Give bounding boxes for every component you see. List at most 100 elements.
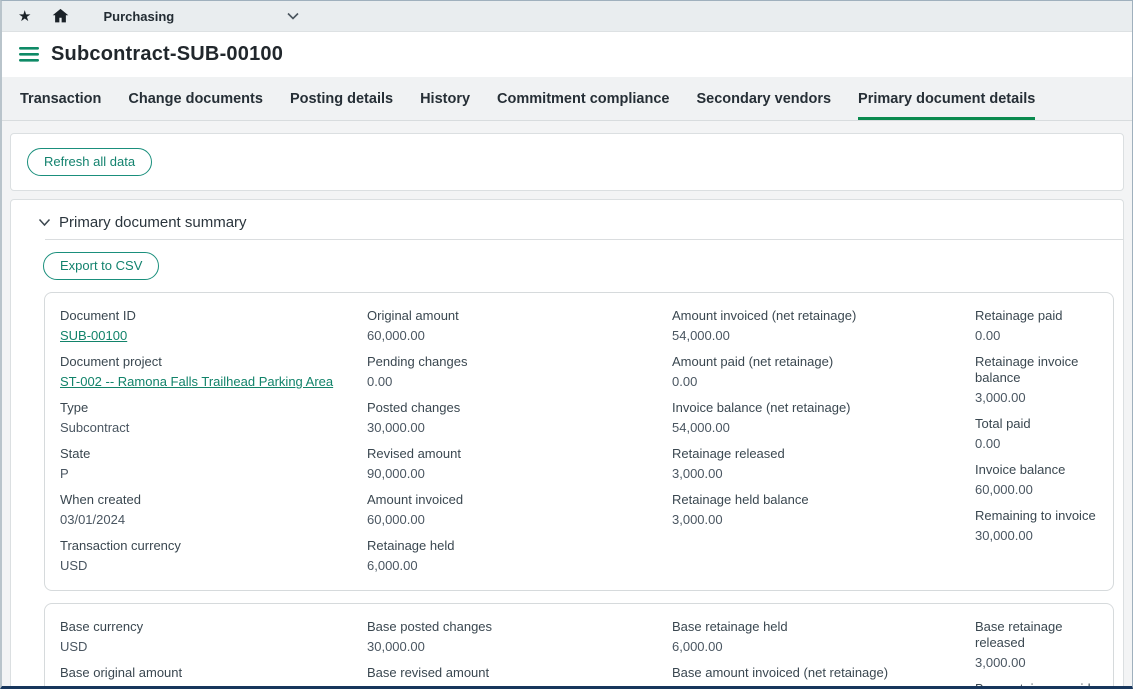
- field: StateP: [60, 444, 367, 482]
- field-value: 3,000.00: [672, 508, 975, 528]
- module-menu-label: Purchasing: [103, 9, 174, 24]
- field-label: State: [60, 444, 367, 462]
- summary-section-title: Primary document summary: [59, 214, 247, 231]
- field: Total paid0.00: [975, 414, 1103, 452]
- field-value: 90,000.00: [367, 462, 672, 482]
- field-column: Document IDSUB-00100 Document projectST-0…: [60, 306, 367, 582]
- field-column: Base retainage released3,000.00 Base reta…: [975, 617, 1103, 689]
- favorites-star-icon[interactable]: ★: [18, 9, 31, 24]
- summary-section-toggle[interactable]: Primary document summary: [11, 212, 1123, 239]
- field-label: Document project: [60, 352, 367, 370]
- tab-history[interactable]: History: [420, 77, 470, 120]
- top-navigation-bar: ★ Purchasing: [2, 1, 1132, 32]
- export-row: Export to CSV: [11, 252, 1123, 280]
- field-label: Original amount: [367, 306, 672, 324]
- document-summary-fields-panel: Document IDSUB-00100 Document projectST-0…: [44, 292, 1114, 591]
- main-content: Refresh all data Primary document summar…: [2, 121, 1132, 689]
- field: Revised amount90,000.00: [367, 444, 672, 482]
- field-label: Base posted changes: [367, 617, 672, 635]
- field-label: Base currency: [60, 617, 367, 635]
- field: Base retainage paid0.00: [975, 679, 1103, 689]
- tab-primary-document-details[interactable]: Primary document details: [858, 77, 1035, 120]
- section-divider: [45, 239, 1123, 240]
- field-value: 54,000.00: [672, 416, 975, 436]
- field-value: USD: [60, 554, 367, 574]
- field-value: P: [60, 462, 367, 482]
- field-label: Transaction currency: [60, 536, 367, 554]
- field-value: 30,000.00: [975, 524, 1103, 544]
- field-label: Amount invoiced: [367, 490, 672, 508]
- primary-document-summary-card: Primary document summary Export to CSV D…: [10, 199, 1124, 689]
- tab-posting-details[interactable]: Posting details: [290, 77, 393, 120]
- tab-secondary-vendors[interactable]: Secondary vendors: [696, 77, 831, 120]
- field-label: Total paid: [975, 414, 1103, 432]
- field: Base currencyUSD: [60, 617, 367, 655]
- field-label: Document ID: [60, 306, 367, 324]
- field-value: 3,000.00: [975, 386, 1103, 406]
- field-label: Pending changes: [367, 352, 672, 370]
- field-label: Revised amount: [367, 444, 672, 462]
- field: Retainage released3,000.00: [672, 444, 975, 482]
- field: Amount invoiced60,000.00: [367, 490, 672, 528]
- module-menu[interactable]: Purchasing: [103, 9, 299, 24]
- field-value: Subcontract: [60, 416, 367, 436]
- field-value: 0.00: [975, 432, 1103, 452]
- chevron-down-icon: [287, 12, 299, 20]
- field-value: 54,000.00: [672, 681, 975, 689]
- field-label: Base amount invoiced (net retainage): [672, 663, 975, 681]
- field-column: Original amount60,000.00 Pending changes0…: [367, 306, 672, 582]
- field-label: Amount paid (net retainage): [672, 352, 975, 370]
- field: Retainage held balance3,000.00: [672, 490, 975, 528]
- field-value: 0.00: [975, 324, 1103, 344]
- field-value: 60,000.00: [367, 324, 672, 344]
- field-label: Retainage released: [672, 444, 975, 462]
- field-value: 0.00: [367, 370, 672, 390]
- field-label: Retainage held: [367, 536, 672, 554]
- field-value: 03/01/2024: [60, 508, 367, 528]
- field-label: Invoice balance (net retainage): [672, 398, 975, 416]
- field: Base amount invoiced (net retainage)54,0…: [672, 663, 975, 689]
- field-value-link[interactable]: ST-002 -- Ramona Falls Trailhead Parking…: [60, 370, 367, 390]
- field-label: Base revised amount: [367, 663, 672, 681]
- field-value: 60,000.00: [975, 478, 1103, 498]
- tab-transaction[interactable]: Transaction: [20, 77, 101, 120]
- field: Base retainage released3,000.00: [975, 617, 1103, 671]
- field-column: Base posted changes30,000.00 Base revised…: [367, 617, 672, 689]
- field: Retainage paid0.00: [975, 306, 1103, 344]
- refresh-all-data-button[interactable]: Refresh all data: [27, 148, 152, 176]
- field-label: Base retainage paid: [975, 679, 1103, 689]
- field: Base posted changes30,000.00: [367, 617, 672, 655]
- field-column: Amount invoiced (net retainage)54,000.00…: [672, 306, 975, 582]
- actions-toolbar-card: Refresh all data: [10, 133, 1124, 191]
- field: Base original amount60,000.00: [60, 663, 367, 689]
- field-column: Base retainage held6,000.00 Base amount i…: [672, 617, 975, 689]
- field-value-link[interactable]: SUB-00100: [60, 324, 367, 344]
- field: Amount paid (net retainage)0.00: [672, 352, 975, 390]
- field-label: Type: [60, 398, 367, 416]
- base-currency-fields-panel: Base currencyUSD Base original amount60,0…: [44, 603, 1114, 689]
- field: Document IDSUB-00100: [60, 306, 367, 344]
- tab-commitment-compliance[interactable]: Commitment compliance: [497, 77, 669, 120]
- field-value: 30,000.00: [367, 635, 672, 655]
- field: TypeSubcontract: [60, 398, 367, 436]
- field-value: 54,000.00: [672, 324, 975, 344]
- field-value: 60,000.00: [60, 681, 367, 689]
- field-value: USD: [60, 635, 367, 655]
- field: Retainage held6,000.00: [367, 536, 672, 574]
- field-label: Invoice balance: [975, 460, 1103, 478]
- tab-bar: Transaction Change documents Posting detai…: [2, 77, 1132, 121]
- page-title: Subcontract-SUB-00100: [51, 43, 283, 66]
- field: Invoice balance60,000.00: [975, 460, 1103, 498]
- field: Remaining to invoice30,000.00: [975, 506, 1103, 544]
- field-label: Retainage invoice balance: [975, 352, 1103, 386]
- field-value: 6,000.00: [367, 554, 672, 574]
- field: Original amount60,000.00: [367, 306, 672, 344]
- list-menu-icon[interactable]: [19, 46, 39, 63]
- field: Base retainage held6,000.00: [672, 617, 975, 655]
- field: Document projectST-002 -- Ramona Falls T…: [60, 352, 367, 390]
- field-column: Retainage paid0.00 Retainage invoice bala…: [975, 306, 1103, 582]
- home-icon[interactable]: [52, 8, 69, 24]
- tab-change-documents[interactable]: Change documents: [128, 77, 263, 120]
- export-to-csv-button[interactable]: Export to CSV: [43, 252, 159, 280]
- field: Retainage invoice balance3,000.00: [975, 352, 1103, 406]
